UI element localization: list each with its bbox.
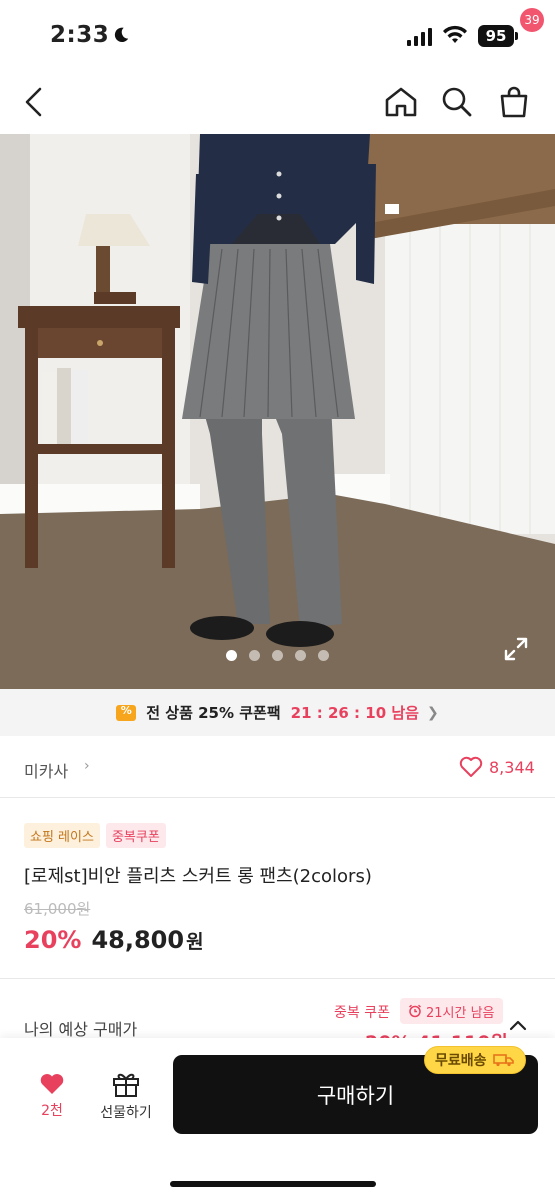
moon-icon [114, 27, 129, 43]
divider [0, 978, 555, 979]
wifi-icon [443, 25, 467, 43]
carousel-dot[interactable] [272, 650, 283, 661]
coupon-tag-icon [116, 704, 137, 721]
original-price: 61,000원 [24, 900, 91, 918]
expected-price-label: 나의 예상 구매가 [24, 1020, 138, 1039]
wishlist-button[interactable]: 2천 [22, 1066, 82, 1130]
truck-icon [492, 1054, 514, 1067]
carousel-dot[interactable] [295, 650, 306, 661]
free-shipping-label: 무료배송 [435, 1053, 487, 1069]
heart-filled-icon [40, 1074, 64, 1094]
gift-button[interactable]: 선물하기 [94, 1066, 158, 1130]
expand-icon[interactable] [503, 636, 529, 662]
bottom-action-bar: 2천 선물하기 구매하기 무료배송 [0, 1038, 555, 1200]
duplicate-coupon-label: 중복 쿠폰 [334, 1005, 390, 1021]
heart-outline-icon[interactable] [459, 756, 483, 778]
coupon-text: 전 상품 25% 쿠폰팩 [146, 704, 281, 722]
status-bar: 2:33 95 [0, 0, 555, 72]
free-shipping-badge: 무료배송 [424, 1046, 526, 1074]
back-icon[interactable] [14, 82, 54, 122]
shopping-bag-icon[interactable] [494, 82, 534, 122]
cellular-signal-icon [407, 28, 432, 46]
like-count: 8,344 [489, 758, 535, 777]
coupon-timer-text: 21시간 남음 [426, 1005, 495, 1021]
home-indicator [170, 1181, 376, 1187]
battery-indicator: 95 [478, 25, 518, 47]
wishlist-count: 2천 [41, 1103, 63, 1119]
gift-icon [113, 1073, 139, 1097]
price-unit: 원 [186, 931, 204, 953]
product-tags: 쇼핑 레이스 중복쿠폰 [24, 823, 166, 848]
carousel-dot[interactable] [226, 650, 237, 661]
carousel-dot[interactable] [249, 650, 260, 661]
status-time: 2:33 [50, 22, 110, 48]
chevron-up-icon[interactable] [508, 1018, 528, 1032]
product-title: [로제st]비안 플리츠 스커트 롱 팬츠(2colors) [24, 866, 372, 887]
product-image[interactable] [0, 134, 555, 689]
discount-rate: 20% [24, 926, 82, 954]
sale-price: 48,800 [91, 926, 185, 954]
tag-shopping-race: 쇼핑 레이스 [24, 823, 100, 848]
coupon-banner[interactable]: 전 상품 25% 쿠폰팩 21 : 26 : 10 남음 ❯ [0, 689, 555, 736]
seller-name[interactable]: 미카사 [24, 758, 68, 782]
home-icon[interactable] [381, 82, 421, 122]
price-row: 20% 48,800 원 [24, 926, 204, 954]
alarm-clock-icon [409, 1004, 421, 1018]
cart-count-badge: 39 [520, 8, 544, 32]
gift-label: 선물하기 [100, 1105, 152, 1121]
carousel-dot[interactable] [318, 650, 329, 661]
tag-duplicate-coupon: 중복쿠폰 [105, 823, 166, 848]
search-icon[interactable] [437, 82, 477, 122]
carousel-indicator [0, 650, 555, 661]
coupon-timer-chip: 21시간 남음 [400, 998, 503, 1024]
coupon-timer: 21 : 26 : 10 남음 [290, 704, 419, 722]
seller-row: 미카사 › 8,344 [0, 736, 555, 798]
chevron-right-icon[interactable]: › [84, 758, 90, 774]
top-navigation [0, 72, 555, 134]
chevron-right-icon: ❯ [426, 704, 439, 721]
